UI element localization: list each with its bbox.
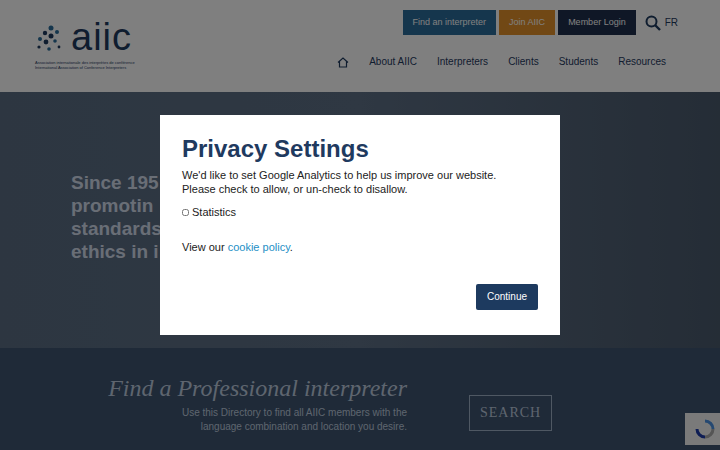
policy-line: View our cookie policy. xyxy=(182,240,538,254)
modal-footer: Continue xyxy=(182,284,538,310)
statistics-checkbox[interactable] xyxy=(182,209,189,216)
privacy-modal: Privacy Settings We'd like to set Google… xyxy=(160,115,560,335)
continue-button[interactable]: Continue xyxy=(476,284,538,310)
policy-suffix: . xyxy=(290,241,293,253)
modal-text: We'd like to set Google Analytics to hel… xyxy=(182,168,532,196)
page: aiic Association internationale des inte… xyxy=(0,0,720,450)
options: Statistics xyxy=(182,205,538,219)
policy-prefix: View our xyxy=(182,241,225,253)
option-row[interactable]: Statistics xyxy=(182,205,538,219)
option-label: Statistics xyxy=(192,205,236,219)
modal-title: Privacy Settings xyxy=(182,135,538,163)
cookie-policy-link[interactable]: cookie policy xyxy=(228,241,290,253)
